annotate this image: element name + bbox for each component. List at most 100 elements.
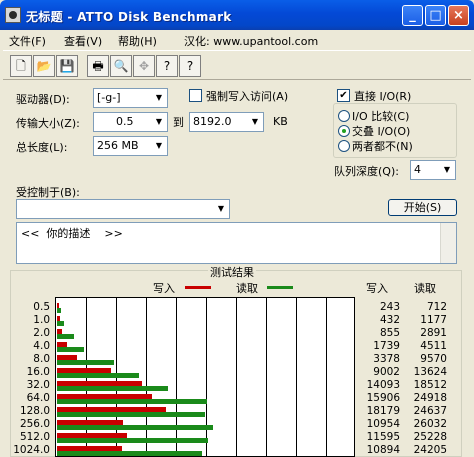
write-value: 9002	[373, 366, 400, 378]
write-value: 1739	[373, 340, 400, 352]
drive-label: 驱动器(D):	[16, 93, 70, 106]
read-value: 2891	[420, 327, 447, 339]
read-value: 9570	[420, 353, 447, 365]
drive-select[interactable]: [-g-] ▼	[93, 88, 168, 108]
read-bar	[57, 360, 115, 365]
grid-line	[146, 298, 147, 457]
transfer-size-tick-label: 8.0	[33, 353, 50, 365]
menu-file[interactable]: 文件(F)	[9, 33, 46, 49]
read-value: 24205	[413, 444, 447, 456]
grid-line	[176, 298, 177, 457]
print-icon[interactable]: 🖶	[87, 55, 109, 77]
read-value: 24918	[413, 392, 447, 404]
read-value: 24637	[413, 405, 447, 417]
transfer-size-tick-label: 32.0	[26, 379, 50, 391]
menu-view[interactable]: 查看(V)	[64, 33, 102, 49]
queue-depth-label: 队列深度(Q):	[334, 165, 399, 178]
kb-label: KB	[273, 115, 288, 128]
move-icon: ✥	[133, 55, 155, 77]
menu-localization[interactable]: 汉化: www.upantool.com	[184, 33, 318, 49]
chevron-down-icon[interactable]: ▼	[150, 137, 167, 155]
read-bar	[57, 308, 62, 313]
write-value: 18179	[366, 405, 400, 417]
read-bar	[57, 347, 85, 352]
transfer-size-tick-label: 16.0	[26, 366, 50, 378]
grid-line	[266, 298, 267, 457]
queue-depth-select[interactable]: 4 ▼	[410, 160, 456, 180]
new-icon[interactable]: 🗋	[10, 55, 32, 77]
neither-label: 两者都不(N)	[352, 140, 413, 153]
window-title: 无标题 - ATTO Disk Benchmark	[26, 10, 232, 24]
controlled-by-label: 受控制于(B):	[16, 186, 80, 199]
transfer-size-tick-label: 512.0	[19, 431, 50, 443]
write-value: 243	[379, 301, 400, 313]
read-legend-label: 读取	[236, 282, 258, 295]
read-value: 25228	[413, 431, 447, 443]
overlapped-io-label: 交叠 I/O(O)	[352, 125, 411, 138]
transfer-to-select[interactable]: 8192.0 ▼	[189, 112, 264, 132]
results-chart	[55, 297, 355, 457]
write-value: 855	[379, 327, 400, 339]
maximize-button[interactable]: □	[425, 5, 446, 26]
total-length-select[interactable]: 256 MB ▼	[93, 136, 168, 156]
read-legend-swatch	[267, 286, 293, 289]
transfer-from-value: 0.5	[116, 115, 134, 128]
write-value: 15906	[366, 392, 400, 404]
io-compare-radio[interactable]	[338, 110, 350, 122]
read-value: 26032	[413, 418, 447, 430]
description-textarea[interactable]: << 你的描述 >>	[16, 222, 457, 264]
overlapped-io-radio[interactable]	[338, 125, 350, 137]
transfer-size-tick-label: 0.5	[33, 301, 50, 313]
read-bar	[57, 438, 209, 443]
direct-io-label: 直接 I/O(R)	[354, 90, 412, 103]
chevron-down-icon[interactable]: ▼	[212, 200, 229, 218]
force-write-checkbox[interactable]	[189, 89, 202, 102]
transfer-size-tick-label: 2.0	[33, 327, 50, 339]
read-bar	[57, 321, 65, 326]
menu-help[interactable]: 帮助(H)	[118, 33, 157, 49]
transfer-size-tick-label: 4.0	[33, 340, 50, 352]
write-legend-label: 写入	[153, 282, 175, 295]
write-value: 3378	[373, 353, 400, 365]
transfer-from-select[interactable]: 0.5 ▼	[93, 112, 168, 132]
save-icon[interactable]: 💾	[56, 55, 78, 77]
chevron-down-icon[interactable]: ▼	[150, 89, 167, 107]
close-button[interactable]: ×	[448, 5, 469, 26]
direct-io-checkbox[interactable]: ✔	[337, 89, 350, 102]
chevron-down-icon[interactable]: ▼	[246, 113, 263, 131]
start-button[interactable]: 开始(S)	[388, 199, 457, 216]
read-value: 4511	[420, 340, 447, 352]
total-length-value: 256 MB	[97, 139, 139, 152]
write-column-header: 写入	[366, 282, 388, 295]
queue-depth-value: 4	[414, 163, 421, 176]
transfer-to-value: 8192.0	[193, 115, 232, 128]
controlled-by-select[interactable]: ▼	[16, 199, 230, 219]
print-preview-icon[interactable]: 🔍	[110, 55, 132, 77]
about-icon[interactable]: ?	[156, 55, 178, 77]
app-icon[interactable]	[5, 7, 21, 23]
transfer-size-tick-label: 64.0	[26, 392, 50, 404]
read-value: 1177	[420, 314, 447, 326]
results-title: 测试结果	[208, 264, 256, 280]
minimize-button[interactable]: _	[402, 5, 423, 26]
read-column-header: 读取	[414, 282, 436, 295]
grid-line	[296, 298, 297, 457]
read-value: 18512	[413, 379, 447, 391]
chevron-down-icon[interactable]: ▼	[150, 113, 167, 131]
chevron-down-icon[interactable]: ▼	[438, 161, 455, 179]
grid-line	[206, 298, 207, 457]
read-bar	[57, 386, 169, 391]
description-scrollbar[interactable]	[440, 223, 456, 263]
open-icon[interactable]: 📂	[33, 55, 55, 77]
read-bar	[57, 425, 214, 430]
neither-radio[interactable]	[338, 140, 350, 152]
context-help-icon[interactable]: ?	[179, 55, 201, 77]
total-length-label: 总长度(L):	[16, 141, 68, 154]
read-bar	[57, 451, 203, 456]
write-value: 10954	[366, 418, 400, 430]
force-write-label: 强制写入访问(A)	[206, 90, 289, 103]
grid-line	[326, 298, 327, 457]
read-bar	[57, 399, 207, 404]
read-bar	[57, 412, 205, 417]
write-value: 10894	[366, 444, 400, 456]
